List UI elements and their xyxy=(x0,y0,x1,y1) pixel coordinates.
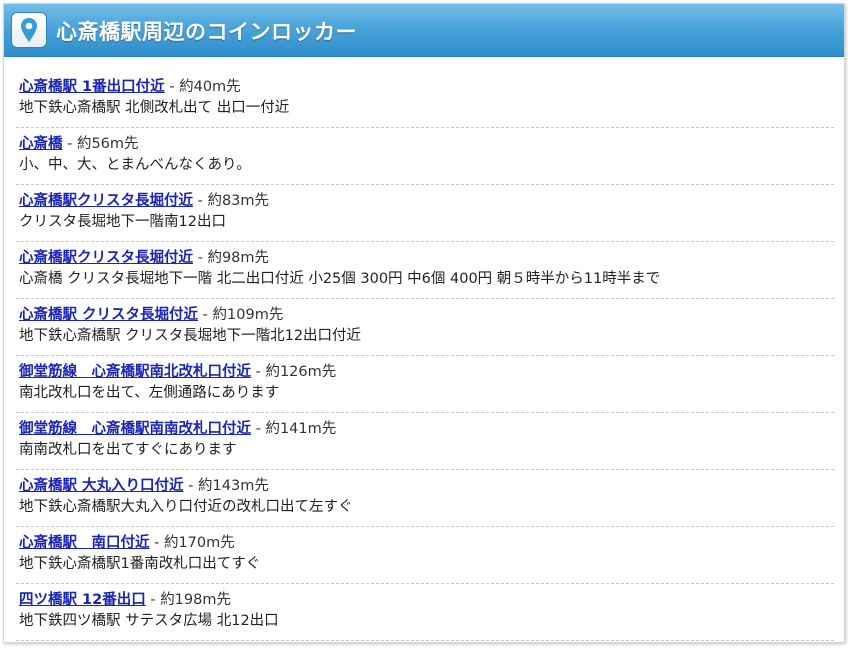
map-pin-badge xyxy=(12,13,46,47)
locker-distance: 約98m先 xyxy=(207,250,270,266)
locker-description: 地下鉄四ツ橋駅 サテスタ広場 北12出口 xyxy=(19,613,279,629)
locker-distance: 約56m先 xyxy=(76,136,139,152)
panel-header: 心斎橋駅周辺のコインロッカー xyxy=(4,4,844,57)
list-item: 心斎橋 - 約56m先 小、中、大、とまんべんなくあり。 xyxy=(16,128,834,185)
locker-distance: 約109m先 xyxy=(212,307,284,323)
locker-name-link[interactable]: 御堂筋線 心斎橋駅南北改札口付近 xyxy=(19,364,251,380)
locker-description: 地下鉄心斎橋駅 クリスタ長堀地下一階北12出口付近 xyxy=(19,328,362,344)
locker-description: 地下鉄心斎橋駅1番南改札口出てすぐ xyxy=(19,556,261,572)
locker-name-link[interactable]: 心斎橋駅 クリスタ長堀付近 xyxy=(19,307,198,323)
locker-name-link[interactable]: 四ツ橋駅 12番出口 xyxy=(19,592,146,608)
locker-description: 南南改札口を出てすぐにあります xyxy=(19,442,237,458)
locker-distance: 約141m先 xyxy=(265,421,337,437)
locker-distance: 約198m先 xyxy=(160,592,231,608)
map-pin-icon xyxy=(21,18,37,42)
separator: - xyxy=(251,364,266,380)
list-item: 四ツ橋駅 12番出口 - 約198m先 地下鉄四ツ橋駅 サテスタ広場 北12出口 xyxy=(16,584,834,641)
separator: - xyxy=(62,136,77,152)
locker-distance: 約40m先 xyxy=(179,79,241,95)
list-item: 御堂筋線 心斎橋駅南南改札口付近 - 約141m先 南南改札口を出てすぐにありま… xyxy=(16,413,834,470)
page-title: 心斎橋駅周辺のコインロッカー xyxy=(56,20,357,44)
separator: - xyxy=(183,478,199,494)
list-item: 心斎橋駅クリスタ長堀付近 - 約83m先 クリスタ長堀地下一階南12出口 xyxy=(16,185,834,242)
locker-name-link[interactable]: 心斎橋 xyxy=(19,136,63,152)
separator: - xyxy=(149,535,164,551)
locker-distance: 約170m先 xyxy=(163,535,235,551)
list-item: 心斎橋駅クリスタ長堀付近 - 約98m先 心斎橋 クリスタ長堀地下一階 北二出口… xyxy=(16,242,834,299)
separator: - xyxy=(164,79,180,95)
locker-name-link[interactable]: 心斎橋駅クリスタ長堀付近 xyxy=(19,250,193,266)
separator: - xyxy=(193,250,208,266)
locker-name-link[interactable]: 心斎橋駅 大丸入り口付近 xyxy=(19,478,184,494)
locker-description: 地下鉄心斎橋駅 北側改札出て 出口一付近 xyxy=(19,100,290,116)
list-item: 御堂筋線 心斎橋駅南北改札口付近 - 約126m先 南北改札口を出て、左側通路に… xyxy=(16,356,834,413)
separator: - xyxy=(198,307,213,323)
locker-name-link[interactable]: 御堂筋線 心斎橋駅南南改札口付近 xyxy=(19,421,251,437)
separator: - xyxy=(145,592,161,608)
locker-name-link[interactable]: 心斎橋駅 1番出口付近 xyxy=(19,79,165,95)
locker-name-link[interactable]: 心斎橋駅 南口付近 xyxy=(19,535,150,551)
locker-description: 地下鉄心斎橋駅大丸入り口付近の改札口出て左すぐ xyxy=(19,499,353,515)
locker-description: 心斎橋 クリスタ長堀地下一階 北二出口付近 小25個 300円 中6個 400円… xyxy=(19,271,661,287)
locker-description: 南北改札口を出て、左側通路にあります xyxy=(19,385,280,401)
locker-panel: 心斎橋駅周辺のコインロッカー 心斎橋駅 1番出口付近 - 約40m先 地下鉄心斎… xyxy=(3,3,845,643)
separator: - xyxy=(251,421,266,437)
locker-list: 心斎橋駅 1番出口付近 - 約40m先 地下鉄心斎橋駅 北側改札出て 出口一付近… xyxy=(16,71,834,641)
list-item: 心斎橋駅 南口付近 - 約170m先 地下鉄心斎橋駅1番南改札口出てすぐ xyxy=(16,527,834,584)
locker-distance: 約143m先 xyxy=(198,478,269,494)
locker-description: 小、中、大、とまんべんなくあり。 xyxy=(19,157,251,173)
list-item: 心斎橋駅 1番出口付近 - 約40m先 地下鉄心斎橋駅 北側改札出て 出口一付近 xyxy=(16,71,834,128)
locker-name-link[interactable]: 心斎橋駅クリスタ長堀付近 xyxy=(19,193,193,209)
separator: - xyxy=(193,193,208,209)
locker-description: クリスタ長堀地下一階南12出口 xyxy=(19,214,226,230)
list-item: 心斎橋駅 大丸入り口付近 - 約143m先 地下鉄心斎橋駅大丸入り口付近の改札口… xyxy=(16,470,834,527)
list-item: 心斎橋駅 クリスタ長堀付近 - 約109m先 地下鉄心斎橋駅 クリスタ長堀地下一… xyxy=(16,299,834,356)
locker-distance: 約126m先 xyxy=(265,364,337,380)
locker-distance: 約83m先 xyxy=(207,193,270,209)
